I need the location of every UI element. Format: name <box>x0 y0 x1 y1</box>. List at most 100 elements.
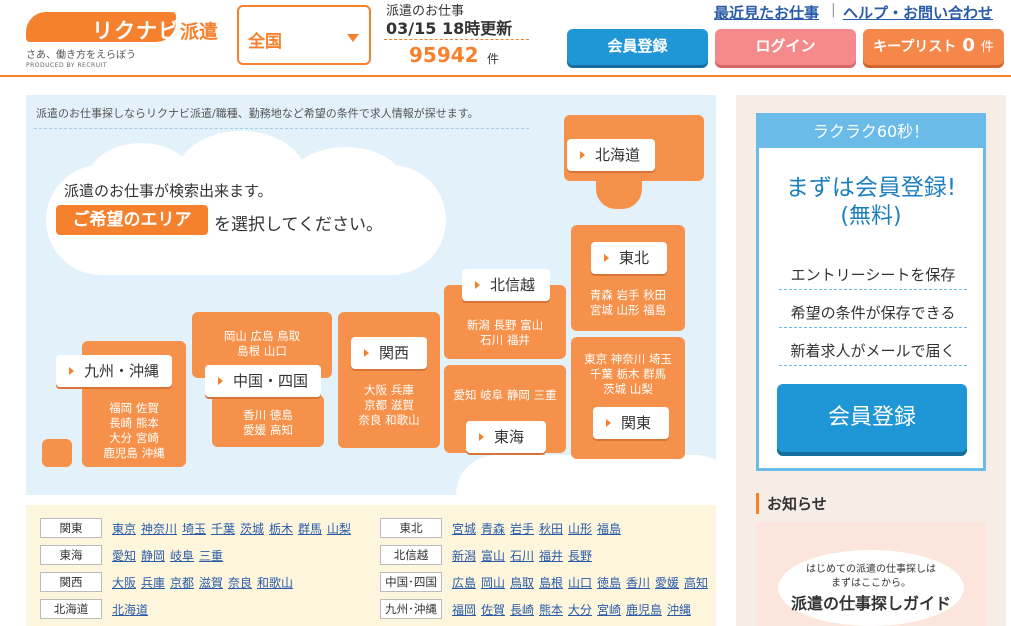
prefecture-link[interactable]: 岐阜 <box>170 547 194 564</box>
prefecture-link[interactable]: 新潟 <box>452 547 476 564</box>
prefecture-link[interactable]: 愛媛 <box>655 574 679 591</box>
map-intro-text: 派遣のお仕事探しならリクナビ派遣/職種、勤務地など希望の条件で求人情報が探せます… <box>36 107 479 120</box>
feature-item: エントリーシートを保存 <box>779 264 967 290</box>
prefecture-link[interactable]: 山形 <box>568 520 592 537</box>
prefecture-link[interactable]: 福岡 <box>452 601 476 618</box>
prefecture-link[interactable]: 佐賀 <box>481 601 505 618</box>
quick-region-label: 北海道 <box>40 599 102 619</box>
area-select[interactable]: 全国 <box>237 5 371 65</box>
prefecture-link[interactable]: 宮崎 <box>597 601 621 618</box>
sidebar-register-button[interactable]: 会員登録 <box>777 384 967 452</box>
prefecture-link[interactable]: 福井 <box>539 547 563 564</box>
quick-region-label: 東北 <box>380 518 442 538</box>
kyushu-prefs: 福岡 佐賀 長崎 熊本 大分 宮崎 鹿児島 沖縄 <box>103 401 165 460</box>
region-kyushu-button[interactable]: 九州・沖縄 <box>56 355 172 387</box>
news-heading: お知らせ <box>756 493 827 514</box>
prefecture-link[interactable]: 和歌山 <box>257 574 293 591</box>
jobs-updated: 03/15 18時更新 <box>386 19 513 38</box>
promo-banner: ラクラク60秒！ <box>759 116 983 148</box>
prefecture-link[interactable]: 富山 <box>481 547 505 564</box>
logo-text[interactable]: リクナビ <box>92 15 180 45</box>
prefecture-link[interactable]: 静岡 <box>141 547 165 564</box>
prefecture-link[interactable]: 茨城 <box>240 520 264 537</box>
prefecture-link[interactable]: 香川 <box>626 574 650 591</box>
sidebar: ラクラク60秒！ まずは会員登録! (無料) エントリーシートを保存 希望の条件… <box>736 95 1006 626</box>
prefecture-link[interactable]: 群馬 <box>298 520 322 537</box>
feature-item: 新着求人がメールで届く <box>779 340 967 366</box>
bottom-cloud <box>456 455 716 495</box>
keep-count: 0 <box>962 35 975 56</box>
keep-list-button[interactable]: キープリスト 0 件 <box>863 29 1004 65</box>
prefecture-link[interactable]: 鹿児島 <box>626 601 662 618</box>
prefecture-link[interactable]: 山梨 <box>327 520 351 537</box>
prefecture-link[interactable]: 神奈川 <box>141 520 177 537</box>
prefecture-link[interactable]: 三重 <box>199 547 223 564</box>
guide-banner[interactable]: はじめての派遣の仕事探しは まずはここから。 派遣の仕事探しガイド <box>756 522 986 626</box>
quick-region-label: 関東 <box>40 518 102 538</box>
promo-title: まずは会員登録! <box>785 175 957 201</box>
region-tokai-button[interactable]: 東海 <box>466 421 546 453</box>
logo-suffix[interactable]: 派遣 <box>180 17 218 44</box>
prefecture-link[interactable]: 千葉 <box>211 520 235 537</box>
map-intro-divider <box>34 128 529 129</box>
keep-unit: 件 <box>980 40 994 55</box>
guide-line2: まずはここから。 <box>831 578 911 589</box>
prefecture-link[interactable]: 青森 <box>481 520 505 537</box>
logo-tagline: さあ、働き方をえらぼう <box>26 50 136 61</box>
prefecture-link[interactable]: 広島 <box>452 574 476 591</box>
prefecture-link[interactable]: 大分 <box>568 601 592 618</box>
chevron-down-icon <box>347 34 359 42</box>
bubble-text-2: を選択してください。 <box>214 215 383 235</box>
prefecture-link[interactable]: 山口 <box>568 574 592 591</box>
quick-region-label: 九州･沖縄 <box>380 599 442 619</box>
prefecture-link[interactable]: 宮城 <box>452 520 476 537</box>
prefecture-link[interactable]: 京都 <box>170 574 194 591</box>
region-hokkaido-button[interactable]: 北海道 <box>567 139 655 171</box>
quick-region-label: 中国･四国 <box>380 572 442 592</box>
prefecture-link[interactable]: 愛知 <box>112 547 136 564</box>
region-okinawa-shape[interactable] <box>42 439 72 467</box>
prefecture-link[interactable]: 島根 <box>539 574 563 591</box>
prefecture-link[interactable]: 岩手 <box>510 520 534 537</box>
region-kansai-button[interactable]: 関西 <box>351 337 427 369</box>
produced-by: PRODUCED BY RECRUIT <box>26 62 108 69</box>
prefecture-link[interactable]: 兵庫 <box>141 574 165 591</box>
prefecture-link[interactable]: 高知 <box>684 574 708 591</box>
prefecture-link[interactable]: 東京 <box>112 520 136 537</box>
prefecture-link[interactable]: 熊本 <box>539 601 563 618</box>
guide-title: 派遣の仕事探しガイド <box>790 594 951 613</box>
prefecture-link[interactable]: 沖縄 <box>667 601 691 618</box>
prefecture-link[interactable]: 奈良 <box>228 574 252 591</box>
region-kanto-button[interactable]: 関東 <box>593 407 669 439</box>
jobs-count: 95942 <box>409 43 479 67</box>
hokushinetsu-prefs: 新潟 長野 富山 石川 福井 <box>466 318 544 347</box>
quick-region-label: 関西 <box>40 572 102 592</box>
prefecture-link[interactable]: 石川 <box>510 547 534 564</box>
prefecture-link[interactable]: 栃木 <box>269 520 293 537</box>
area-highlight: ご希望のエリア <box>56 205 208 235</box>
prefecture-link[interactable]: 長崎 <box>510 601 534 618</box>
prefecture-link[interactable]: 長野 <box>568 547 592 564</box>
register-button[interactable]: 会員登録 <box>567 29 708 65</box>
prefecture-link[interactable]: 鳥取 <box>510 574 534 591</box>
jobs-divider <box>384 39 529 40</box>
region-chugoku-button[interactable]: 中国・四国 <box>205 365 321 397</box>
region-hokkaido-shape[interactable] <box>596 179 642 209</box>
prefecture-link[interactable]: 埼玉 <box>182 520 206 537</box>
area-select-value: 全国 <box>248 32 282 52</box>
quick-region-label: 北信越 <box>380 545 442 565</box>
header-divider <box>0 75 1011 77</box>
help-link[interactable]: ヘルプ・お問い合わせ <box>843 2 993 23</box>
prefecture-link[interactable]: 岡山 <box>481 574 505 591</box>
feature-item: 希望の条件が保存できる <box>779 302 967 328</box>
login-button[interactable]: ログイン <box>715 29 856 65</box>
prefecture-link[interactable]: 福島 <box>597 520 621 537</box>
region-tohoku-button[interactable]: 東北 <box>591 242 667 274</box>
prefecture-link[interactable]: 徳島 <box>597 574 621 591</box>
prefecture-link[interactable]: 滋賀 <box>199 574 223 591</box>
recent-jobs-link[interactable]: 最近見たお仕事 <box>714 2 819 23</box>
prefecture-link[interactable]: 大阪 <box>112 574 136 591</box>
prefecture-link[interactable]: 秋田 <box>539 520 563 537</box>
region-hokushinetsu-button[interactable]: 北信越 <box>462 269 550 301</box>
prefecture-link[interactable]: 北海道 <box>112 601 148 618</box>
